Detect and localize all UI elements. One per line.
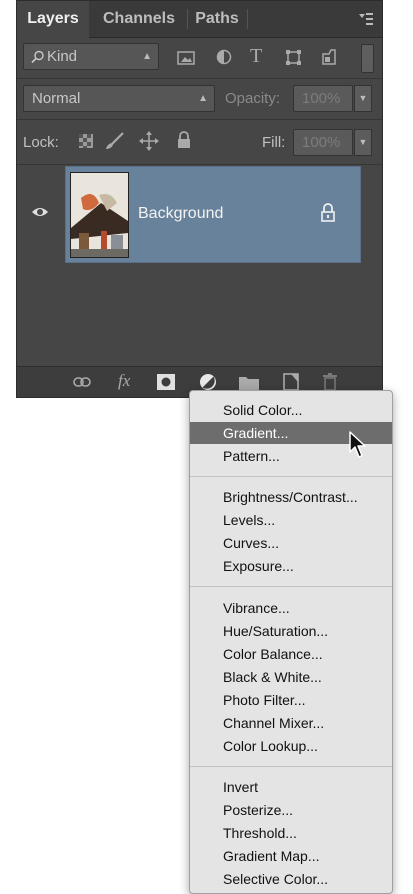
filter-kind-dropdown[interactable]: Kind ▲	[23, 43, 159, 70]
lock-transparent-pixels-icon[interactable]	[79, 134, 93, 148]
filter-pixel-icon[interactable]	[177, 50, 195, 66]
menu-item-posterize[interactable]: Posterize...	[190, 799, 392, 821]
tab-divider	[187, 9, 188, 29]
eye-visibility-icon[interactable]	[31, 206, 49, 218]
menu-item-solid-color[interactable]: Solid Color...	[190, 399, 392, 421]
mouse-pointer-icon	[349, 431, 366, 458]
layer-row-background[interactable]: Background	[65, 166, 361, 263]
lock-label: Lock:	[23, 134, 59, 151]
menu-item-hue-saturation[interactable]: Hue/Saturation...	[190, 620, 392, 642]
menu-item-threshold[interactable]: Threshold...	[190, 822, 392, 844]
opacity-input[interactable]: 100%	[293, 85, 353, 112]
lock-image-pixels-brush-icon[interactable]	[105, 132, 125, 150]
menu-separator	[190, 476, 392, 477]
filter-adjustment-icon[interactable]	[216, 49, 232, 65]
blend-mode-value: Normal	[32, 90, 81, 107]
opacity-value: 100%	[302, 90, 341, 107]
filter-type-icon[interactable]: T	[250, 45, 262, 68]
filter-row: Kind ▲ T	[17, 38, 382, 79]
menu-item-exposure[interactable]: Exposure...	[190, 555, 392, 577]
menu-item-vibrance[interactable]: Vibrance...	[190, 597, 392, 619]
panel-tab-bar: Layers Channels Paths	[17, 1, 382, 38]
blend-mode-dropdown[interactable]: Normal ▲	[23, 85, 215, 112]
filter-shape-icon[interactable]	[285, 49, 302, 66]
filter-smart-object-icon[interactable]	[321, 48, 337, 66]
adjustment-layer-menu: Solid Color... Gradient... Pattern... Br…	[189, 390, 393, 894]
menu-item-color-lookup[interactable]: Color Lookup...	[190, 735, 392, 757]
filter-toggle-switch[interactable]	[361, 44, 374, 73]
layers-panel: Layers Channels Paths Kind ▲ T Normal ▲ …	[16, 0, 383, 398]
menu-item-invert[interactable]: Invert	[190, 776, 392, 798]
link-layers-icon[interactable]	[73, 376, 91, 388]
menu-item-photo-filter[interactable]: Photo Filter...	[190, 689, 392, 711]
trash-delete-icon[interactable]	[323, 373, 337, 391]
panel-menu-icon[interactable]	[358, 11, 374, 27]
menu-item-levels[interactable]: Levels...	[190, 509, 392, 531]
layer-thumbnail-image	[71, 173, 128, 257]
fill-value: 100%	[302, 134, 341, 151]
menu-item-black-white[interactable]: Black & White...	[190, 666, 392, 688]
menu-item-color-balance[interactable]: Color Balance...	[190, 643, 392, 665]
blend-row: Normal ▲ Opacity: 100% ▼	[17, 79, 382, 120]
opacity-label: Opacity:	[225, 90, 281, 107]
menu-separator	[190, 766, 392, 767]
layer-thumbnail	[70, 172, 129, 258]
fill-dropdown-button[interactable]: ▼	[354, 129, 372, 156]
layer-name[interactable]: Background	[138, 205, 223, 223]
tab-divider	[247, 9, 248, 29]
menu-item-gradient-map[interactable]: Gradient Map...	[190, 845, 392, 867]
tab-paths[interactable]: Paths	[189, 1, 245, 37]
layer-style-fx-icon[interactable]: fx	[118, 371, 130, 391]
fill-input[interactable]: 100%	[293, 129, 353, 156]
layer-lock-icon	[321, 203, 335, 222]
menu-item-curves[interactable]: Curves...	[190, 532, 392, 554]
lock-row: Lock: Fill: 100% ▼	[17, 120, 382, 165]
menu-item-selective-color[interactable]: Selective Color...	[190, 868, 392, 890]
filter-kind-label: Kind	[47, 48, 78, 65]
fill-label: Fill:	[262, 134, 286, 151]
opacity-dropdown-button[interactable]: ▼	[354, 85, 372, 112]
menu-item-brightness-contrast[interactable]: Brightness/Contrast...	[190, 486, 392, 508]
new-layer-icon[interactable]	[283, 373, 299, 391]
add-mask-icon[interactable]	[157, 374, 175, 390]
menu-item-channel-mixer[interactable]: Channel Mixer...	[190, 712, 392, 734]
menu-separator	[190, 586, 392, 587]
adjustment-layer-icon[interactable]	[199, 373, 217, 391]
search-icon	[31, 50, 44, 64]
lock-position-move-icon[interactable]	[139, 131, 159, 151]
lock-all-icon[interactable]	[177, 131, 191, 149]
group-folder-icon[interactable]	[239, 374, 259, 390]
tab-layers[interactable]: Layers	[17, 1, 89, 38]
chevron-updown-icon: ▲	[198, 93, 208, 104]
tab-channels[interactable]: Channels	[93, 1, 185, 37]
chevron-updown-icon: ▲	[142, 51, 152, 62]
